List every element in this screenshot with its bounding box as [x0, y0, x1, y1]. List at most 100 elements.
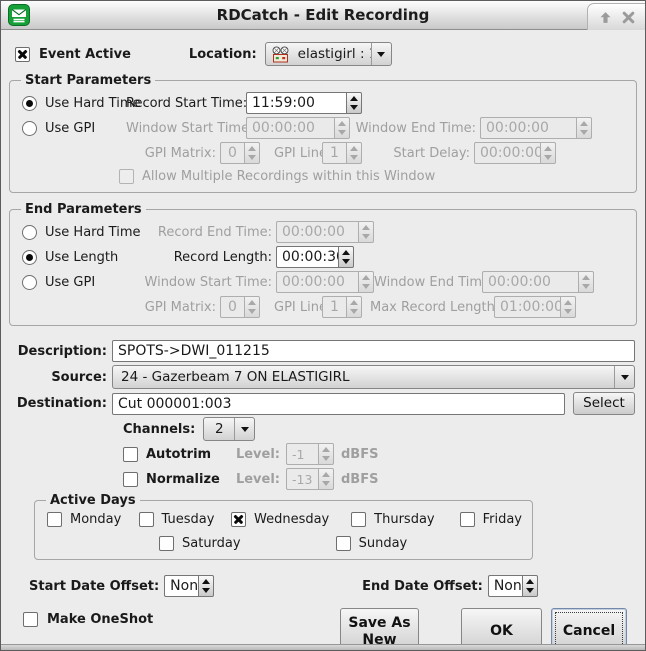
chevron-down-icon[interactable] [371, 43, 391, 65]
chevron-down-icon[interactable] [234, 418, 254, 440]
normalize-checkbox[interactable] [123, 472, 138, 487]
record-start-time-label: Record Start Time: [126, 96, 242, 111]
end-window-end-time-spinbox: 00:00:00 [482, 271, 594, 293]
window-title: RDCatch - Edit Recording [1, 6, 645, 24]
header-row: Event Active Location: elastigirl : 1R [15, 42, 631, 66]
destination-input[interactable]: Cut 000001:003 [112, 393, 565, 415]
start-gpi-row: Use GPI Window Start Time: 00:00:00 Wind… [22, 116, 626, 140]
spinner-buttons [576, 117, 592, 139]
spinner-buttons[interactable] [346, 92, 362, 114]
source-label: Source: [15, 370, 107, 385]
window-end-time-label: Window End Time: [350, 121, 476, 136]
tuesday-checkbox[interactable] [139, 512, 154, 527]
channels-label: Channels: [123, 422, 195, 437]
location-value: elastigirl : 1R [290, 46, 371, 62]
end-gpi-settings-row: GPI Matrix: 0 GPI Line: 1 Max Record Len… [22, 295, 626, 319]
normalize-row: Normalize Level: -13 dBFS [123, 468, 635, 490]
titlebar[interactable]: RDCatch - Edit Recording [1, 1, 645, 30]
start-delay-spinbox: 00:00:00 [474, 142, 556, 164]
window-start-time-spinbox: 00:00:00 [246, 117, 350, 139]
use-gpi-radio[interactable] [22, 121, 37, 136]
use-length-label: Use Length [45, 250, 118, 265]
source-combobox[interactable]: 24 - Gazerbeam 7 ON ELASTIGIRL [112, 365, 635, 389]
start-parameters-title: Start Parameters [21, 73, 155, 88]
autotrim-label: Autotrim [146, 447, 222, 462]
close-window-icon[interactable] [622, 11, 635, 24]
shade-window-icon[interactable] [599, 11, 612, 24]
active-days-title: Active Days [46, 493, 140, 508]
select-button[interactable]: Select [573, 392, 635, 415]
channels-row: Channels: 2 [123, 418, 635, 440]
thursday-label: Thursday [374, 512, 434, 527]
record-start-time-spinbox[interactable]: 11:59:00 [246, 92, 362, 114]
start-date-offset-label: Start Date Offset: [29, 579, 159, 594]
active-days-row-1: Monday Tuesday Wednesday Thursday Friday [47, 509, 522, 529]
description-input[interactable]: SPOTS->DWI_011215 [112, 340, 635, 362]
monday-checkbox[interactable] [47, 512, 62, 527]
make-oneshot-label: Make OneShot [47, 612, 153, 627]
autotrim-checkbox[interactable] [123, 447, 138, 462]
spinner-buttons [578, 271, 594, 293]
end-gpi-matrix-spinbox: 0 [220, 296, 260, 318]
start-date-offset-spinbox[interactable]: None [164, 575, 214, 597]
tape-deck-icon [271, 46, 290, 63]
normalize-unit-label: dBFS [341, 472, 378, 487]
use-length-radio[interactable] [22, 250, 37, 265]
use-hard-time-radio[interactable] [22, 96, 37, 111]
source-row: Source: 24 - Gazerbeam 7 ON ELASTIGIRL [15, 365, 635, 389]
friday-checkbox[interactable] [460, 512, 475, 527]
gpi-line-spinbox: 1 [322, 142, 362, 164]
active-days-group: Active Days Monday Tuesday Wednesday Thu… [34, 500, 533, 560]
spinner-buttons[interactable] [522, 575, 538, 597]
allow-multiple-row: Allow Multiple Recordings within this Wi… [119, 166, 626, 186]
start-delay-label: Start Delay: [384, 146, 470, 161]
allow-multiple-checkbox [119, 169, 134, 184]
record-length-spinbox[interactable]: 00:00:30 [276, 246, 354, 268]
end-length-row: Use Length Record Length: 00:00:30 [22, 245, 626, 269]
event-active-checkbox[interactable] [15, 47, 30, 62]
thursday-checkbox[interactable] [351, 512, 366, 527]
location-label: Location: [189, 47, 257, 62]
allow-multiple-label: Allow Multiple Recordings within this Wi… [142, 169, 435, 184]
wednesday-label: Wednesday [254, 512, 329, 527]
destination-label: Destination: [15, 396, 107, 411]
max-record-length-spinbox: 01:00:00 [494, 296, 576, 318]
make-oneshot-checkbox[interactable] [23, 612, 38, 627]
end-gpi-row: Use GPI Window Start Time: 00:00:00 Wind… [22, 270, 626, 294]
chevron-down-icon[interactable] [614, 366, 634, 388]
wednesday-checkbox[interactable] [231, 512, 246, 527]
saturday-checkbox[interactable] [159, 536, 174, 551]
spinner-buttons [346, 296, 362, 318]
spinner-buttons [358, 221, 374, 243]
normalize-label: Normalize [146, 472, 222, 487]
window-start-time-label: Window Start Time: [126, 121, 242, 136]
spinner-buttons[interactable] [338, 246, 354, 268]
end-window-end-time-label: Window End Time: [374, 275, 478, 290]
edit-recording-dialog: RDCatch - Edit Recording Event Active Lo… [0, 0, 646, 651]
normalize-level-spinbox: -13 [286, 468, 334, 490]
window-end-time-spinbox: 00:00:00 [480, 117, 592, 139]
end-use-gpi-radio[interactable] [22, 275, 37, 290]
end-use-hard-time-radio[interactable] [22, 225, 37, 240]
autotrim-level-spinbox: -1 [286, 443, 334, 465]
spinner-buttons [318, 443, 334, 465]
channels-value: 2 [204, 421, 234, 437]
titlebar-button-group [587, 3, 645, 30]
autotrim-row: Autotrim Level: -1 dBFS [123, 443, 635, 465]
date-offset-row: Start Date Offset: None End Date Offset:… [29, 574, 645, 598]
gpi-line-label: GPI Line: [274, 146, 318, 161]
tuesday-label: Tuesday [162, 512, 215, 527]
spinner-buttons [318, 468, 334, 490]
record-end-time-spinbox: 00:00:00 [276, 221, 374, 243]
end-date-offset-spinbox[interactable]: None [488, 575, 538, 597]
monday-label: Monday [70, 512, 121, 527]
sunday-checkbox[interactable] [336, 536, 351, 551]
channels-combobox[interactable]: 2 [203, 417, 255, 441]
window-resize-edge[interactable] [1, 644, 645, 650]
use-gpi-label: Use GPI [45, 121, 95, 136]
spinner-buttons[interactable] [198, 575, 214, 597]
saturday-label: Saturday [182, 536, 241, 551]
autotrim-level-label: Level: [222, 447, 280, 462]
location-combobox[interactable]: elastigirl : 1R [265, 42, 392, 66]
end-parameters-title: End Parameters [21, 202, 146, 217]
